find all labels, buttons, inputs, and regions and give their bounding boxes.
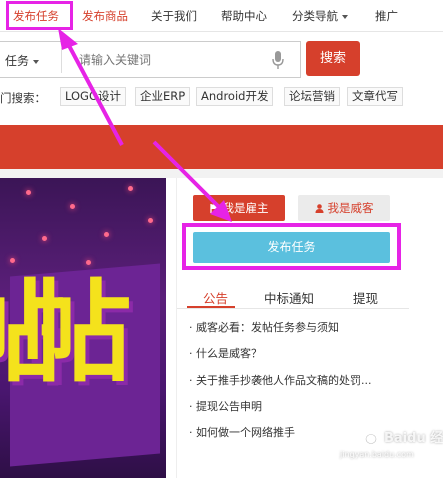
nav-item-publish-goods[interactable]: 发布商品 [82, 8, 128, 24]
nav-item-categories[interactable]: 分类导航 [292, 8, 348, 24]
search-type-label: 任务 [5, 54, 30, 68]
tab-award-notice[interactable]: 中标通知 [264, 288, 314, 307]
decor-light [86, 260, 91, 265]
search-type-select[interactable]: 任务 [5, 52, 40, 69]
search-input[interactable] [79, 50, 264, 70]
nav-categories-label: 分类导航 [292, 9, 338, 23]
tab-withdraw[interactable]: 提现 [353, 288, 378, 307]
decor-light [26, 190, 31, 195]
search-button[interactable]: 搜索 [306, 41, 360, 76]
nav-item-help[interactable]: 帮助中心 [221, 8, 267, 24]
worker-button[interactable]: 我是威客 [298, 195, 390, 221]
decor-light [148, 218, 153, 223]
divider [61, 48, 62, 73]
hot-search-label: 门搜索： [0, 91, 46, 105]
decor-light [128, 186, 133, 191]
promo-headline-glyph: 帖 [22, 269, 132, 397]
watermark-text: Baidu 经验 [384, 431, 443, 446]
nav-item-about[interactable]: 关于我们 [151, 8, 197, 24]
hot-tag[interactable]: 企业ERP [135, 87, 191, 106]
decor-light [10, 258, 15, 263]
top-nav: 发布任务 发布商品 关于我们 帮助中心 分类导航 推广 [0, 0, 443, 32]
chevron-down-icon [342, 14, 348, 19]
promo-banner-image[interactable]: 帖 帖 [0, 178, 166, 478]
annotation-highlight-nav [6, 1, 73, 30]
chevron-down-icon [33, 59, 40, 64]
decor-light [104, 232, 109, 237]
notice-item[interactable]: · 提现公告申明 [189, 398, 262, 414]
category-banner [0, 125, 443, 169]
search-box: 任务 [0, 41, 301, 78]
paw-icon [361, 427, 381, 444]
user-icon [315, 204, 323, 213]
worker-button-label: 我是威客 [327, 201, 374, 215]
nav-item-promote[interactable]: 推广 [375, 8, 398, 24]
decor-light [42, 236, 47, 241]
divider [177, 308, 409, 309]
hot-tag[interactable]: 文章代写 [347, 87, 403, 106]
microphone-icon[interactable] [271, 50, 285, 70]
notice-item[interactable]: · 什么是威客？ [189, 345, 262, 361]
notice-item[interactable]: · 威客必看：发帖任务参与须知 [189, 319, 339, 335]
employer-button-label: 我是雇主 [222, 201, 269, 215]
decor-light [70, 204, 75, 209]
publish-task-button[interactable]: 发布任务 [193, 232, 390, 263]
employer-button[interactable]: 我是雇主 [193, 195, 285, 221]
flag-icon [209, 204, 218, 213]
hot-tag[interactable]: Android开发 [196, 87, 274, 106]
watermark-url: jingyan.baidu.com [340, 450, 414, 459]
section-gap [0, 169, 443, 178]
hot-tag[interactable]: LOGO设计 [60, 87, 127, 106]
notice-item[interactable]: · 关于推手抄袭他人作品文稿的处罚... [189, 372, 371, 388]
notice-item[interactable]: · 如何做一个网络推手 [189, 424, 295, 440]
tab-announcement[interactable]: 公告 [203, 288, 228, 307]
hot-tag[interactable]: 论坛营销 [284, 87, 340, 106]
baidu-watermark: Baidu 经验 jingyan.baidu.com [334, 426, 443, 466]
